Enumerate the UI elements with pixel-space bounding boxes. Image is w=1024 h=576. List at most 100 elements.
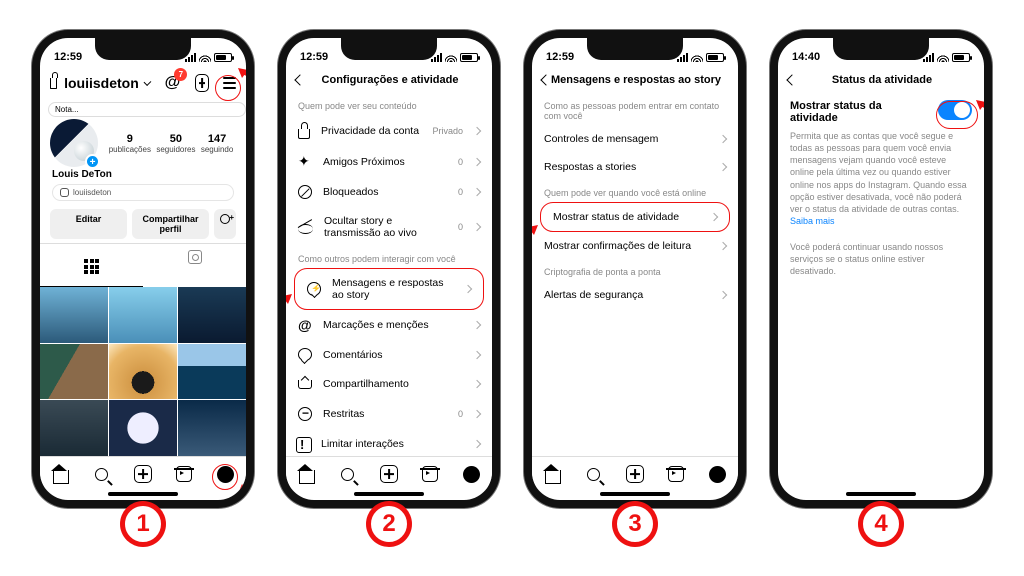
tagged-icon: [188, 250, 202, 264]
add-story-icon[interactable]: +: [85, 154, 100, 169]
clock: 12:59: [54, 51, 82, 63]
share-profile-button[interactable]: Compartilhar perfil: [132, 209, 209, 239]
nav-home[interactable]: [51, 464, 71, 484]
section-header: Como outros podem interagir com você: [286, 247, 492, 268]
username[interactable]: louiisdeton: [64, 75, 139, 91]
star-icon: [298, 155, 312, 169]
tab-grid[interactable]: [40, 244, 143, 287]
nav-profile[interactable]: [707, 464, 727, 484]
nav-create[interactable]: [379, 464, 399, 484]
toggle-label: Mostrar status da atividade: [790, 100, 930, 124]
nav-bar: [40, 456, 246, 489]
post-thumbnail[interactable]: [109, 400, 177, 456]
display-name: Louis DeTon: [40, 169, 246, 180]
lock-icon: [50, 78, 57, 89]
row-privacy[interactable]: Privacidade da contaPrivado: [286, 115, 492, 147]
row-message-controls[interactable]: Controles de mensagem: [532, 125, 738, 153]
post-thumbnail[interactable]: [109, 344, 177, 400]
clock: 12:59: [300, 51, 328, 63]
search-icon: [95, 468, 108, 481]
profile-icon: [217, 466, 234, 483]
share-icon: [298, 377, 312, 391]
profile-stats: 9publicações 50seguidores 147seguindo: [106, 133, 236, 154]
tab-tagged[interactable]: [143, 244, 246, 287]
post-thumbnail[interactable]: [40, 344, 108, 400]
clock: 14:40: [792, 51, 820, 63]
page-title: Status da atividade: [790, 74, 974, 86]
nav-create[interactable]: [133, 464, 153, 484]
step-badge-1: 1: [121, 502, 165, 546]
grid-icon: [84, 253, 99, 280]
at-icon: [298, 318, 312, 332]
row-limit[interactable]: Limitar interações: [286, 429, 492, 456]
avatar[interactable]: +: [50, 119, 98, 167]
add-people-icon: [220, 214, 230, 224]
row-activity-status[interactable]: Mostrar status de atividade: [540, 202, 730, 232]
row-comments[interactable]: Comentários: [286, 340, 492, 369]
row-story-replies[interactable]: Respostas a stories: [532, 153, 738, 181]
phone-step-4: 14:40 Status da atividade Mostrar status…: [770, 30, 992, 508]
row-tags[interactable]: Marcações e menções: [286, 310, 492, 340]
eye-off-icon: [298, 224, 313, 234]
nav-search[interactable]: [92, 464, 112, 484]
battery-icon: [214, 53, 232, 62]
menu-button[interactable]: [223, 77, 236, 89]
row-security-alerts[interactable]: Alertas de segurança: [532, 281, 738, 309]
chevron-right-icon: [473, 127, 481, 135]
section-header: Quem pode ver quando você está online: [532, 181, 738, 202]
post-thumbnail[interactable]: [178, 400, 246, 456]
post-thumbnail[interactable]: [40, 400, 108, 456]
messenger-icon: [307, 282, 321, 296]
nav-profile[interactable]: [215, 464, 235, 484]
row-restricted[interactable]: Restritas0: [286, 399, 492, 429]
nav-search[interactable]: [584, 464, 604, 484]
home-icon: [53, 467, 69, 481]
page-title: Mensagens e respostas ao story: [544, 74, 728, 86]
threads-icon: [60, 188, 69, 197]
nav-reels[interactable]: [420, 464, 440, 484]
row-read-receipts[interactable]: Mostrar confirmações de leitura: [532, 232, 738, 260]
nav-home[interactable]: [543, 464, 563, 484]
profile-header: louiisdeton @7: [40, 68, 246, 100]
phone-step-1: 12:59 louiisdeton @7 Nota... + 9publicaç…: [32, 30, 254, 508]
post-thumbnail[interactable]: [109, 287, 177, 343]
reels-icon: [176, 466, 192, 482]
limit-icon: [298, 437, 310, 451]
row-close-friends[interactable]: Amigos Próximos0: [286, 147, 492, 177]
clock: 12:59: [546, 51, 574, 63]
row-hide-story[interactable]: Ocultar story e transmissão ao vivo0: [286, 207, 492, 247]
learn-more-link[interactable]: Saiba mais: [790, 216, 835, 226]
chevron-down-icon[interactable]: [143, 78, 151, 86]
nav-search[interactable]: [338, 464, 358, 484]
row-sharing[interactable]: Compartilhamento: [286, 369, 492, 399]
badge-count: 7: [174, 68, 187, 81]
posts-grid: [40, 287, 246, 456]
post-thumbnail[interactable]: [40, 287, 108, 343]
post-thumbnail[interactable]: [178, 287, 246, 343]
toggle-description: Permita que as contas que você segue e t…: [778, 126, 984, 227]
restricted-icon: [298, 407, 312, 421]
footer-note: Você poderá continuar usando nossos serv…: [778, 237, 984, 277]
threads-button[interactable]: @7: [161, 72, 183, 94]
threads-link[interactable]: louiisdeton: [52, 184, 234, 201]
home-indicator: [108, 492, 178, 496]
plus-icon: [134, 465, 152, 483]
row-blocked[interactable]: Bloqueados0: [286, 177, 492, 207]
add-people-button[interactable]: [214, 209, 236, 239]
activity-status-toggle[interactable]: [938, 100, 972, 120]
section-header: Criptografia de ponta a ponta: [532, 260, 738, 281]
edit-profile-button[interactable]: Editar: [50, 209, 127, 239]
post-thumbnail[interactable]: [178, 344, 246, 400]
nav-profile[interactable]: [461, 464, 481, 484]
lock-icon: [298, 129, 310, 139]
nav-create[interactable]: [625, 464, 645, 484]
note-bubble[interactable]: Nota...: [48, 102, 246, 117]
nav-home[interactable]: [297, 464, 317, 484]
comment-icon: [298, 348, 312, 361]
row-messages[interactable]: Mensagens e respostas ao story: [294, 268, 484, 310]
nav-reels[interactable]: [174, 464, 194, 484]
create-button[interactable]: [195, 74, 209, 92]
step-badge-3: 3: [613, 502, 657, 546]
nav-reels[interactable]: [666, 464, 686, 484]
phone-step-2: 12:59 Configurações e atividade Quem pod…: [278, 30, 500, 508]
